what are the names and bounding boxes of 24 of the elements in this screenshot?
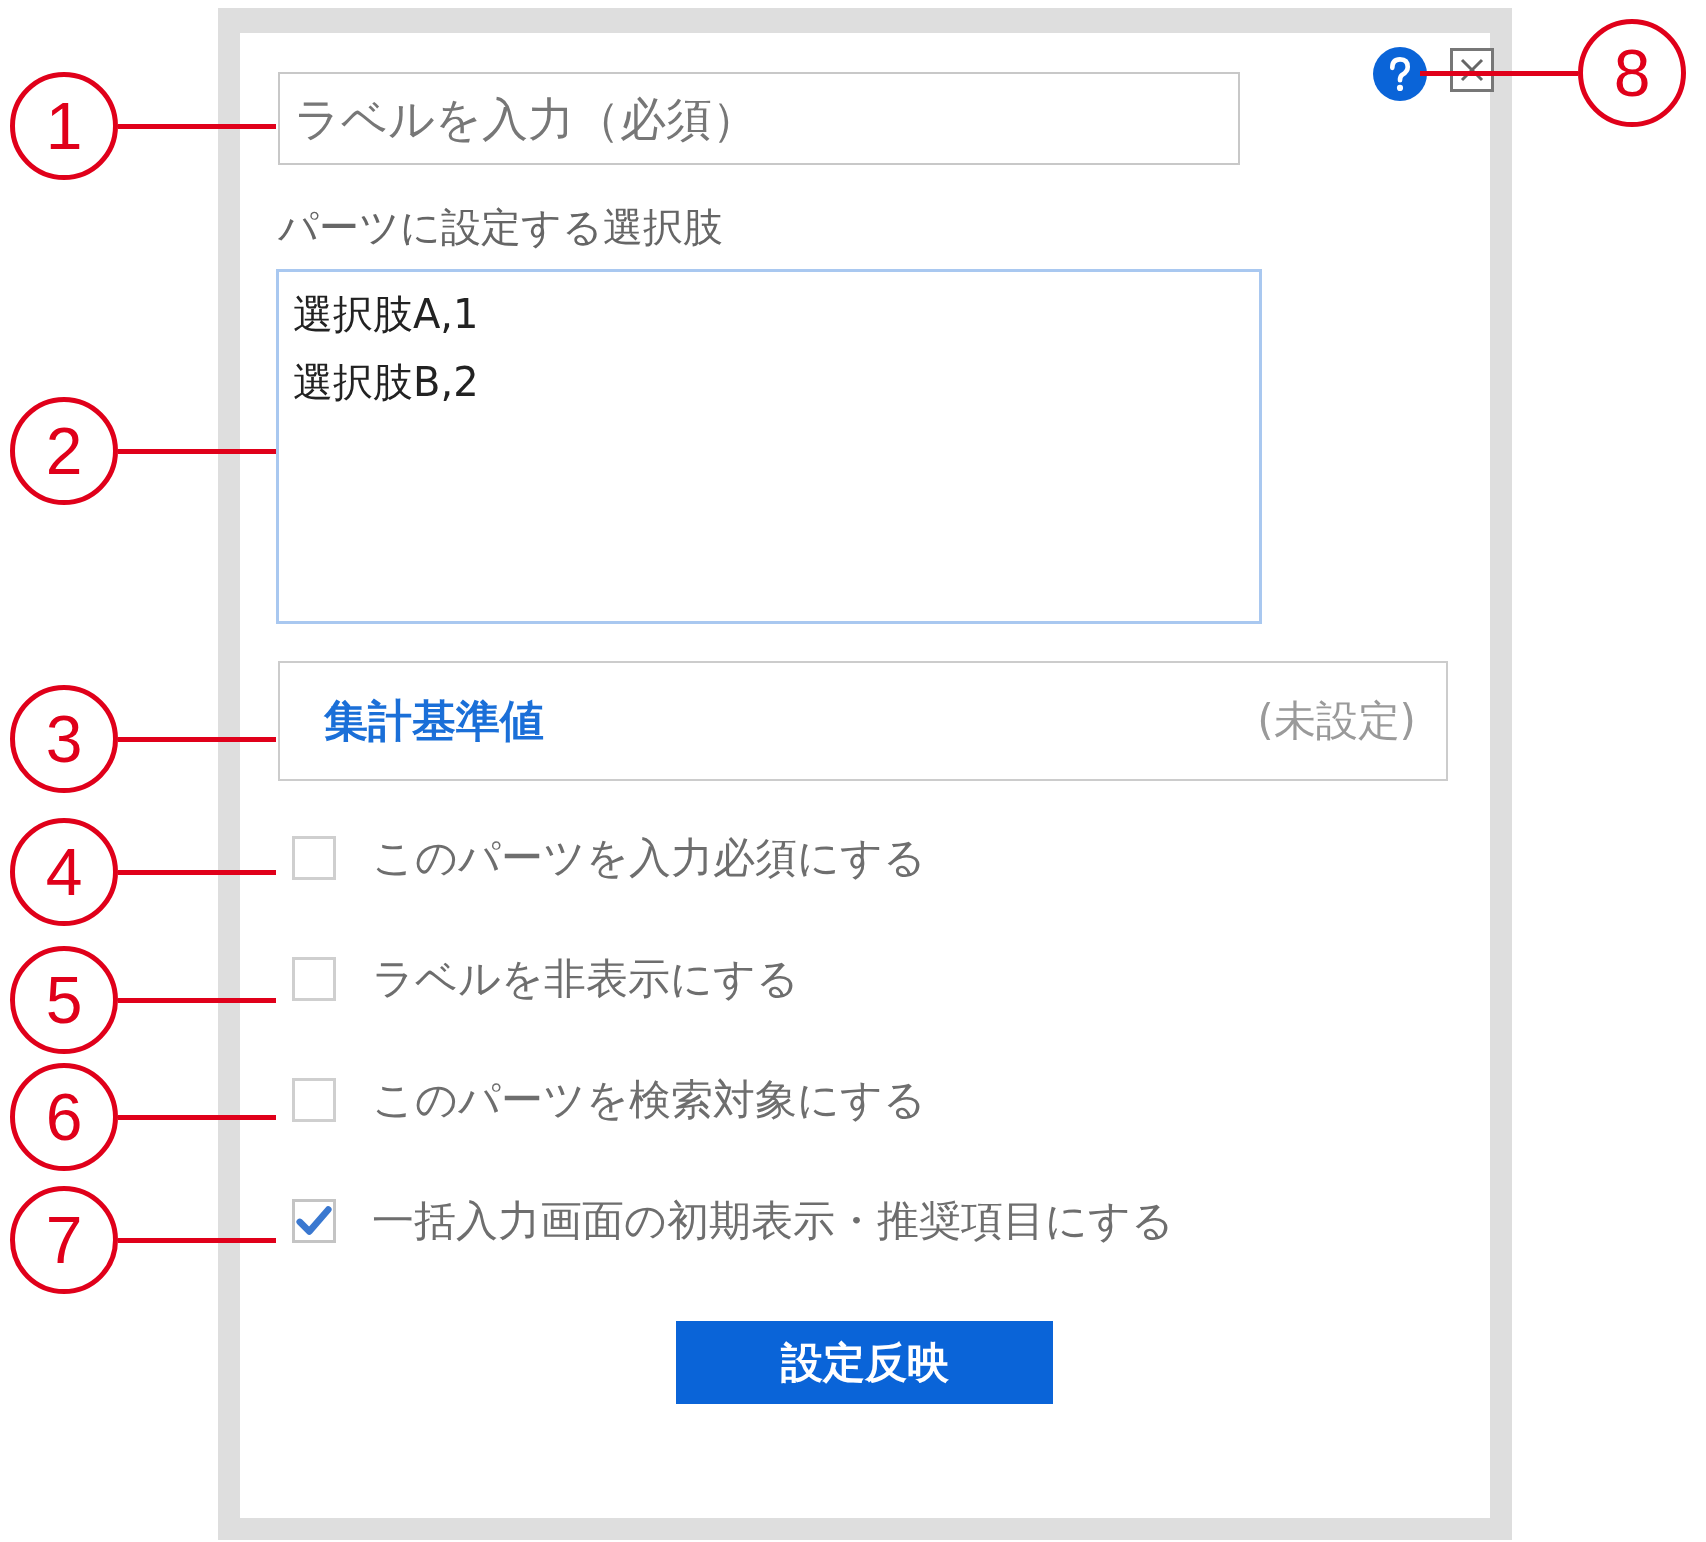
label-input-field[interactable]: ラベルを入力（必須） — [278, 72, 1240, 165]
aggregate-value-row[interactable]: 集計基準値 (未設定) — [278, 661, 1448, 781]
callout-number: 7 — [10, 1186, 118, 1294]
aggregate-value: (未設定) — [1257, 695, 1416, 747]
checkbox-label: ラベルを非表示にする — [372, 952, 799, 1005]
choices-caption: パーツに設定する選択肢 — [278, 203, 724, 252]
callout-number: 4 — [10, 818, 118, 926]
aggregate-label: 集計基準値 — [324, 693, 544, 748]
checkbox[interactable] — [292, 835, 336, 880]
help-icon[interactable] — [1373, 47, 1427, 101]
callout-number: 5 — [10, 946, 118, 1054]
checkbox[interactable] — [292, 1077, 336, 1122]
apply-button[interactable]: 設定反映 — [676, 1321, 1053, 1404]
checkbox[interactable] — [292, 956, 336, 1001]
callout-number: 1 — [10, 72, 118, 180]
checkbox-label: このパーツを検索対象にする — [372, 1073, 926, 1126]
callout-number: 6 — [10, 1063, 118, 1171]
callout-number: 8 — [1578, 19, 1686, 127]
checkbox[interactable] — [292, 1198, 336, 1243]
callout-number: 2 — [10, 397, 118, 505]
callout-number: 3 — [10, 685, 118, 793]
checkbox-label: 一括入力画面の初期表示・推奨項目にする — [372, 1194, 1174, 1247]
choices-text-area[interactable]: 選択肢A,1 選択肢B,2 — [276, 269, 1262, 624]
checkbox-label: このパーツを入力必須にする — [372, 831, 926, 884]
